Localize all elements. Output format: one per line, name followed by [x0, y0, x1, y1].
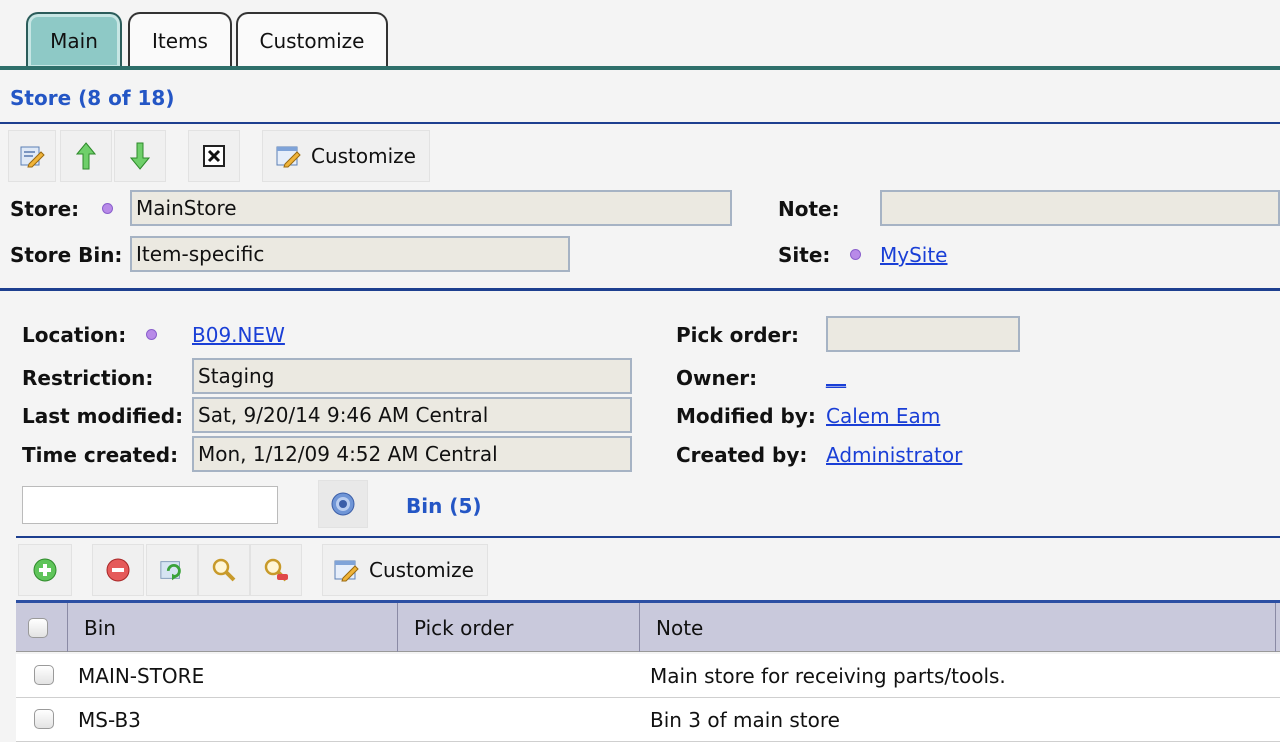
move-up-icon [73, 142, 99, 170]
add-icon [32, 557, 58, 583]
store-section-title: Store (8 of 18) [10, 86, 175, 110]
required-dot-store [102, 203, 113, 214]
move-up-button[interactable] [60, 130, 112, 182]
refresh-button[interactable] [146, 544, 198, 596]
bin-cell: MAIN-STORE [78, 664, 205, 688]
customize-button-label: Customize [311, 144, 416, 168]
bin-section-title: Bin (5) [406, 494, 482, 518]
modified-by-label: Modified by: [676, 404, 816, 428]
note-cell: Main store for receiving parts/tools. [650, 664, 1006, 688]
move-down-button[interactable] [114, 130, 166, 182]
location-link[interactable]: B09.NEW [192, 323, 285, 347]
store-field[interactable]: MainStore [130, 190, 732, 226]
clear-search-button[interactable] [250, 544, 302, 596]
last-modified-field: Sat, 9/20/14 9:46 AM Central [192, 397, 632, 433]
created-by-label: Created by: [676, 443, 808, 467]
column-header-bin[interactable]: Bin [68, 603, 398, 652]
search-button[interactable] [198, 544, 250, 596]
select-all-cell [16, 603, 68, 652]
store-title-divider [0, 122, 1280, 124]
store-label: Store: [10, 197, 80, 221]
help-icon [330, 491, 356, 517]
bin-grid-header: Bin Pick order Note [16, 600, 1280, 652]
note-cell: Bin 3 of main store [650, 708, 840, 732]
edit-icon [19, 143, 45, 169]
customize-icon [275, 143, 301, 169]
close-icon [201, 143, 227, 169]
modified-by-link[interactable]: Calem Eam [826, 404, 940, 428]
remove-bin-button[interactable] [92, 544, 144, 596]
note-field[interactable] [880, 190, 1280, 226]
tab-bar-divider [0, 66, 1280, 70]
move-down-icon [127, 142, 153, 170]
column-header-pick-order-label: Pick order [414, 615, 514, 640]
tab-items[interactable]: Items [128, 12, 232, 68]
time-created-label: Time created: [22, 443, 179, 467]
row-checkbox[interactable] [34, 665, 54, 685]
select-all-checkbox[interactable] [28, 617, 48, 638]
bin-cell: MS-B3 [78, 708, 141, 732]
required-dot-location [146, 329, 157, 340]
note-label: Note: [778, 197, 840, 221]
bin-customize-icon [333, 557, 359, 583]
bin-search-input[interactable] [22, 486, 278, 524]
tab-customize-label: Customize [259, 29, 365, 53]
column-header-bin-label: Bin [84, 615, 116, 640]
site-link[interactable]: MySite [880, 243, 948, 267]
restriction-field[interactable]: Staging [192, 358, 632, 394]
refresh-icon [159, 557, 185, 583]
customize-button[interactable]: Customize [262, 130, 430, 182]
column-header-note-label: Note [656, 615, 704, 640]
bin-customize-button[interactable]: Customize [322, 544, 488, 596]
pick-order-field[interactable] [826, 316, 1020, 352]
location-label: Location: [22, 323, 127, 347]
tab-main-label: Main [50, 29, 98, 53]
close-button[interactable] [188, 130, 240, 182]
store-bin-label: Store Bin: [10, 243, 123, 267]
column-header-pick-order[interactable]: Pick order [398, 603, 640, 652]
last-modified-label: Last modified: [22, 404, 184, 428]
restriction-label: Restriction: [22, 366, 154, 390]
bin-title-divider [16, 536, 1280, 538]
table-row[interactable]: MS-B3 Bin 3 of main store [16, 698, 1280, 742]
tab-items-label: Items [152, 29, 208, 53]
add-bin-button[interactable] [18, 544, 72, 596]
help-button[interactable] [318, 480, 368, 528]
pick-order-label: Pick order: [676, 323, 799, 347]
column-header-note[interactable]: Note [640, 603, 1276, 652]
created-by-link[interactable]: Administrator [826, 443, 962, 467]
required-dot-site [850, 249, 861, 260]
site-label: Site: [778, 243, 831, 267]
owner-link[interactable]: __ [826, 364, 846, 388]
bin-customize-button-label: Customize [369, 558, 474, 582]
table-row[interactable]: MAIN-STORE Main store for receiving part… [16, 654, 1280, 698]
tab-customize[interactable]: Customize [236, 12, 388, 68]
row-checkbox[interactable] [34, 709, 54, 729]
remove-icon [105, 557, 131, 583]
time-created-field: Mon, 1/12/09 4:52 AM Central [192, 436, 632, 472]
owner-label: Owner: [676, 366, 758, 390]
store-bin-field[interactable]: Item-specific [130, 236, 570, 272]
tab-main[interactable]: Main [26, 12, 122, 68]
edit-button[interactable] [8, 130, 56, 182]
clear-search-icon [263, 557, 289, 583]
search-icon [211, 557, 237, 583]
store-fields-divider [0, 288, 1280, 291]
